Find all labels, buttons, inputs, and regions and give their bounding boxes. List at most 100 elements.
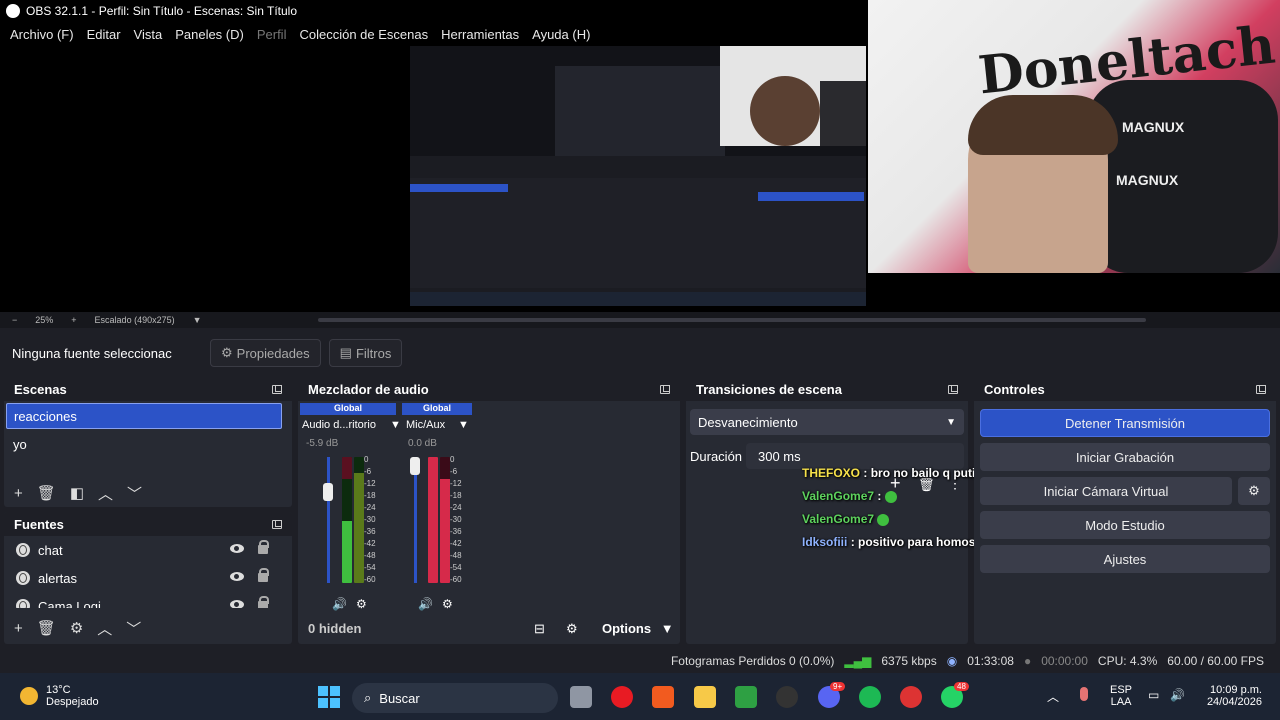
chevron-down-icon[interactable]: ▼: [193, 315, 202, 325]
options-button[interactable]: Options ▼: [602, 621, 674, 636]
properties-button[interactable]: ⚙ Propiedades: [210, 339, 321, 367]
source-item-alertas[interactable]: alertas: [4, 564, 292, 592]
advanced-audio-icon[interactable]: ⚙: [566, 621, 578, 637]
speaker-icon[interactable]: 🔊: [418, 597, 433, 611]
move-up-icon[interactable]: ︿: [97, 618, 112, 639]
zoom-out-button[interactable]: −: [12, 315, 17, 325]
lock-icon[interactable]: [258, 596, 269, 608]
chevron-down-icon: ▼: [660, 621, 674, 636]
layout-icon[interactable]: ⊟: [534, 621, 545, 637]
undock-icon[interactable]: [1256, 384, 1266, 394]
chat-user: Idksofiii: [802, 535, 848, 549]
db-tick-label: -48: [450, 551, 462, 560]
move-down-icon[interactable]: ﹀: [127, 483, 142, 504]
task-view-icon[interactable]: [570, 686, 592, 708]
visibility-eye-icon[interactable]: [230, 600, 244, 608]
volume-slider-handle[interactable]: [410, 457, 420, 475]
mixer-title: Mezclador de audio: [308, 381, 429, 397]
source-item-cama-logi[interactable]: Cama Logi: [4, 592, 292, 608]
chrome-icon[interactable]: [900, 686, 922, 708]
status-bar: Fotogramas Perdidos 0 (0.0%) ▂▄▆ 6375 kb…: [0, 650, 1280, 672]
search-box[interactable]: ⌕ Buscar: [352, 683, 558, 713]
move-down-icon[interactable]: ﹀: [126, 618, 141, 639]
preview-scrollbar[interactable]: [318, 318, 1146, 322]
visibility-eye-icon[interactable]: [230, 572, 244, 581]
speaker-icon[interactable]: 🔊: [332, 597, 347, 611]
language-indicator[interactable]: ESP LAA: [1110, 684, 1132, 708]
undock-icon[interactable]: [272, 384, 282, 394]
transitions-title: Transiciones de escena: [696, 381, 842, 397]
studio-mode-button[interactable]: Modo Estudio: [980, 511, 1270, 539]
remove-scene-icon[interactable]: 🗑: [37, 484, 56, 502]
scene-item-yo[interactable]: yo: [6, 431, 282, 457]
channel-settings-icon[interactable]: ⚙: [356, 597, 367, 611]
browser-source-icon: [16, 543, 30, 557]
menu-archivo[interactable]: Archivo (F): [10, 27, 74, 42]
undock-icon[interactable]: [660, 384, 670, 394]
emote-icon: [877, 513, 890, 526]
menu-paneles[interactable]: Paneles (D): [175, 27, 244, 42]
scene-filters-icon[interactable]: ◧: [70, 484, 84, 502]
options-label: Options: [602, 621, 652, 636]
settings-button[interactable]: Ajustes: [980, 545, 1270, 573]
opera-icon[interactable]: [611, 686, 633, 708]
menu-perfil[interactable]: Perfil: [257, 27, 287, 42]
visibility-eye-icon[interactable]: [230, 544, 244, 553]
stop-stream-button[interactable]: Detener Transmisión: [980, 409, 1270, 437]
file-explorer-icon[interactable]: [694, 686, 716, 708]
menu-coleccion-escenas[interactable]: Colección de Escenas: [299, 27, 428, 42]
virtual-camera-settings-button[interactable]: ⚙: [1238, 477, 1270, 505]
lock-icon[interactable]: [258, 568, 269, 582]
menu-editar[interactable]: Editar: [87, 27, 121, 42]
chat-user: ValenGome7: [802, 489, 875, 503]
network-icon[interactable]: ▭: [1148, 688, 1159, 702]
db-tick-label: -60: [364, 575, 376, 584]
tray-chevron-up-icon[interactable]: ︿: [1047, 688, 1059, 705]
menu-herramientas[interactable]: Herramientas: [441, 27, 519, 42]
spotify-icon[interactable]: [859, 686, 881, 708]
start-virtual-camera-button[interactable]: Iniciar Cámara Virtual: [980, 477, 1232, 505]
db-tick-label: -18: [450, 491, 462, 500]
chevron-down-icon[interactable]: ▼: [458, 419, 469, 431]
microphone-icon[interactable]: [1080, 687, 1088, 701]
windows-start-icon[interactable]: [318, 686, 340, 708]
undock-icon[interactable]: [272, 519, 282, 529]
weather-widget[interactable]: 13°C Despejado: [20, 684, 99, 708]
bitrate: 6375 kbps: [881, 654, 937, 668]
menu-vista[interactable]: Vista: [134, 27, 163, 42]
zoom-value: 25%: [35, 315, 54, 325]
title-bar: OBS 32.1.1 - Perfil: Sin Título - Escena…: [0, 0, 868, 22]
db-tick-label: 0: [364, 455, 369, 464]
filters-button[interactable]: ▤ Filtros: [328, 339, 403, 367]
lock-icon[interactable]: [258, 540, 269, 554]
mixer-header: Mezclador de audio: [298, 377, 680, 401]
add-source-icon[interactable]: +: [14, 620, 23, 637]
app-icon[interactable]: [735, 686, 757, 708]
record-icon: ●: [1023, 654, 1032, 668]
add-scene-icon[interactable]: +: [14, 485, 23, 502]
camera-source-icon: [16, 599, 30, 608]
sources-header: Fuentes: [4, 512, 292, 536]
source-item-chat[interactable]: chat: [4, 536, 292, 564]
brave-icon[interactable]: [652, 686, 674, 708]
scene-item-reacciones[interactable]: reacciones: [6, 403, 282, 429]
obs-icon[interactable]: [776, 686, 798, 708]
source-settings-icon[interactable]: ⚙: [70, 619, 83, 637]
db-tick-label: -6: [364, 467, 372, 476]
move-up-icon[interactable]: ︿: [98, 483, 113, 504]
volume-slider-handle[interactable]: [323, 483, 333, 501]
remove-source-icon[interactable]: 🗑: [37, 619, 56, 637]
transition-select[interactable]: Desvanecimiento ▼: [690, 409, 964, 435]
window-title: OBS 32.1.1 - Perfil: Sin Título - Escena…: [26, 4, 298, 18]
start-recording-button[interactable]: Iniciar Grabación: [980, 443, 1270, 471]
zoom-in-button[interactable]: +: [71, 315, 76, 325]
volume-icon[interactable]: 🔊: [1170, 688, 1185, 702]
clock[interactable]: 10:09 p.m. 24/04/2026: [1200, 684, 1262, 708]
menu-ayuda[interactable]: Ayuda (H): [532, 27, 590, 42]
hidden-count[interactable]: 0 hidden: [308, 621, 361, 636]
volume-slider-track[interactable]: [327, 457, 330, 583]
channel-settings-icon[interactable]: ⚙: [442, 597, 453, 611]
volume-slider-track[interactable]: [414, 457, 417, 583]
undock-icon[interactable]: [948, 384, 958, 394]
chevron-down-icon[interactable]: ▼: [390, 419, 401, 431]
